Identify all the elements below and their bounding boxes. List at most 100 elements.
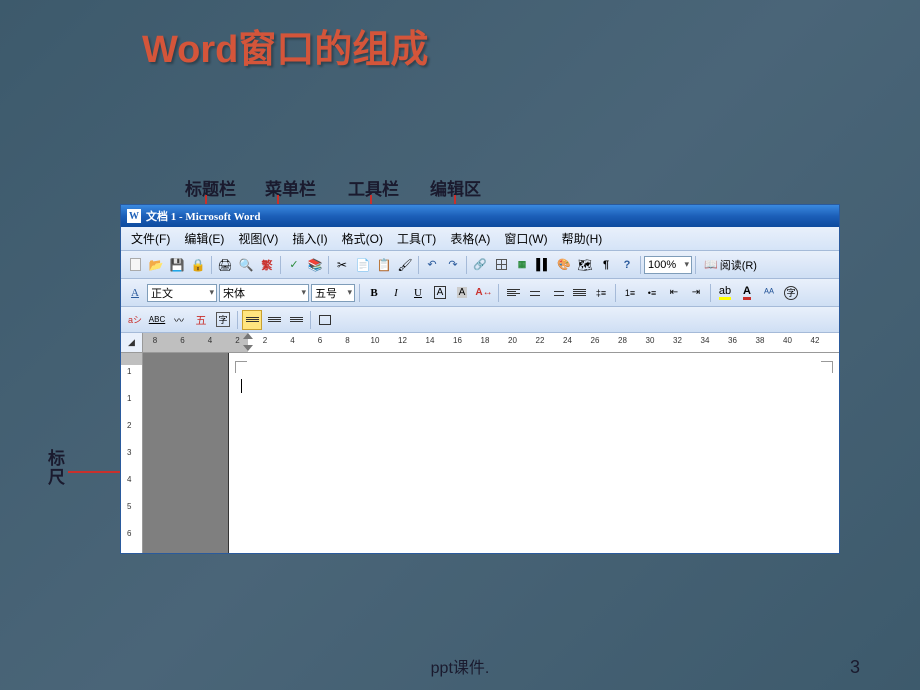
doc-map-button[interactable]: 🗺	[575, 255, 595, 275]
combine-char-button[interactable]: 字	[213, 310, 233, 330]
indent-button[interactable]: ⇥	[686, 283, 706, 303]
layout-btn-1[interactable]	[242, 310, 262, 330]
ruler-tick: 28	[618, 336, 627, 345]
hyperlink-button[interactable]: 🔗	[470, 255, 490, 275]
phonetic-guide-button[interactable]: aシ	[125, 310, 145, 330]
ruler-tick: 26	[591, 336, 600, 345]
char-shading-button[interactable]: A	[452, 283, 472, 303]
menu-help[interactable]: 帮助(H)	[556, 228, 609, 249]
ruler-tick: 30	[646, 336, 655, 345]
table-grid-button[interactable]	[491, 255, 511, 275]
zoom-select[interactable]: 100%	[644, 256, 692, 274]
slide-title: Word窗口的组成	[142, 18, 428, 73]
menu-tools[interactable]: 工具(T)	[391, 228, 442, 249]
ruler-tick: 8	[153, 336, 157, 345]
label-ruler: 标 尺	[48, 450, 65, 487]
save-button[interactable]: 💾	[167, 255, 187, 275]
ruler-tick: 20	[508, 336, 517, 345]
preview-button[interactable]: 🔍	[236, 255, 256, 275]
ruler-tick: 2	[263, 336, 267, 345]
wubi-button[interactable]: 五	[191, 310, 211, 330]
border-grid-button[interactable]	[315, 310, 335, 330]
menu-insert[interactable]: 插入(I)	[286, 228, 333, 249]
vruler-tick: 6	[127, 529, 131, 538]
underline-button[interactable]: U	[408, 283, 428, 303]
spellcheck-abc-button[interactable]: ABC	[147, 310, 167, 330]
research-button[interactable]: 📚	[305, 255, 325, 275]
vruler-tick: 1	[127, 367, 131, 376]
bullets-button[interactable]: •≡	[642, 283, 662, 303]
undo-button[interactable]: ↶	[422, 255, 442, 275]
asian-layout-button[interactable]: ᴬᴬ	[759, 283, 779, 303]
ruler-corner[interactable]: ◢	[121, 333, 143, 352]
menu-format[interactable]: 格式(O)	[336, 228, 389, 249]
italic-button[interactable]: I	[386, 283, 406, 303]
char-scale-button[interactable]: A↔	[474, 283, 494, 303]
print-button[interactable]: 🖨	[215, 255, 235, 275]
permission-button[interactable]: 🔒	[188, 255, 208, 275]
enclose-char-button[interactable]: 字	[781, 283, 801, 303]
align-justify-button[interactable]	[569, 283, 589, 303]
font-color-button[interactable]: A	[737, 283, 757, 303]
align-center-button[interactable]	[525, 283, 545, 303]
font-select[interactable]: 宋体	[219, 284, 309, 302]
read-mode-button[interactable]: 📖阅读(R)	[699, 255, 762, 275]
style-select[interactable]: 正文	[147, 284, 217, 302]
label-titlebar: 标题栏	[185, 175, 236, 200]
ruler-tick: 10	[371, 336, 380, 345]
align-left-button[interactable]	[503, 283, 523, 303]
vruler-tick: 2	[127, 421, 131, 430]
copy-button[interactable]: 📄	[353, 255, 373, 275]
extra-toolbar: aシ ABC 〰 五 字	[121, 307, 839, 333]
columns-button[interactable]: ▌▌	[533, 255, 553, 275]
horizontal-ruler[interactable]: 8642246810121416182022242628303234363840…	[143, 333, 839, 352]
styles-pane-button[interactable]: A	[125, 283, 145, 303]
menu-view[interactable]: 视图(V)	[232, 228, 284, 249]
outdent-button[interactable]: ⇤	[664, 283, 684, 303]
word-window: W 文档 1 - Microsoft Word 文件(F) 编辑(E) 视图(V…	[120, 204, 840, 554]
label-menubar: 菜单栏	[265, 175, 316, 200]
format-painter-button[interactable]: 🖌	[395, 255, 415, 275]
margin-corner-tl	[235, 361, 247, 373]
doc-margin-gray	[143, 353, 228, 553]
spellcheck-button[interactable]: ✓	[284, 255, 304, 275]
margin-corner-tr	[821, 361, 833, 373]
menu-edit[interactable]: 编辑(E)	[178, 228, 230, 249]
fanjian-button[interactable]: 繁	[257, 255, 277, 275]
size-select[interactable]: 五号	[311, 284, 355, 302]
horizontal-ruler-area: ◢ 86422468101214161820222426283032343638…	[121, 333, 839, 353]
ruler-tick: 42	[811, 336, 820, 345]
xls-button[interactable]: ▦	[512, 255, 532, 275]
line-spacing-button[interactable]: ‡≡	[591, 283, 611, 303]
wave-underline-button[interactable]: 〰	[169, 310, 189, 330]
numbering-button[interactable]: 1≡	[620, 283, 640, 303]
align-right-button[interactable]	[547, 283, 567, 303]
show-marks-button[interactable]: ¶	[596, 255, 616, 275]
highlight-button[interactable]: ab	[715, 283, 735, 303]
menu-table[interactable]: 表格(A)	[444, 228, 496, 249]
vruler-tick: 5	[127, 502, 131, 511]
layout-btn-3[interactable]	[286, 310, 306, 330]
redo-button[interactable]: ↷	[443, 255, 463, 275]
ruler-tick: 6	[318, 336, 322, 345]
menubar: 文件(F) 编辑(E) 视图(V) 插入(I) 格式(O) 工具(T) 表格(A…	[121, 227, 839, 251]
edit-area[interactable]	[228, 353, 839, 553]
open-button[interactable]: 📂	[146, 255, 166, 275]
new-doc-button[interactable]	[125, 255, 145, 275]
char-border-button[interactable]: A	[430, 283, 450, 303]
menu-window[interactable]: 窗口(W)	[498, 228, 553, 249]
layout-btn-2[interactable]	[264, 310, 284, 330]
ruler-tick: 22	[536, 336, 545, 345]
ruler-tick: 6	[180, 336, 184, 345]
menu-file[interactable]: 文件(F)	[125, 228, 176, 249]
slide-page-number: 3	[850, 657, 860, 678]
titlebar[interactable]: W 文档 1 - Microsoft Word	[121, 205, 839, 227]
bold-button[interactable]: B	[364, 283, 384, 303]
paste-button[interactable]: 📋	[374, 255, 394, 275]
help-icon-button[interactable]: ?	[617, 255, 637, 275]
cut-button[interactable]: ✂	[332, 255, 352, 275]
label-toolbar: 工具栏	[348, 175, 399, 200]
drawing-toggle-button[interactable]: 🎨	[554, 255, 574, 275]
vertical-ruler[interactable]: 1123456	[121, 353, 143, 553]
titlebar-text: 文档 1 - Microsoft Word	[146, 208, 260, 224]
